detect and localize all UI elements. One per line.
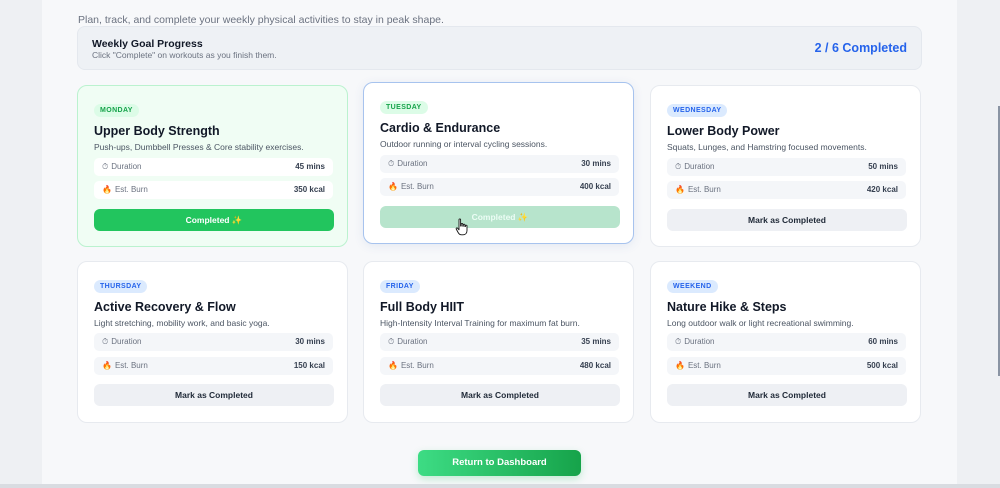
stopwatch-icon: ⏱ bbox=[388, 159, 395, 168]
duration-label: Duration bbox=[111, 162, 142, 171]
burn-value: 350 kcal bbox=[293, 185, 325, 194]
duration-row: ⏱ Duration 30 mins bbox=[380, 155, 619, 173]
page-subtitle: Plan, track, and complete your weekly ph… bbox=[78, 14, 444, 26]
completed-button[interactable]: Completed ✨ bbox=[380, 206, 620, 228]
burn-label: Est. Burn bbox=[114, 185, 148, 194]
duration-value: 60 mins bbox=[868, 337, 898, 346]
workout-description: Long outdoor walk or light recreational … bbox=[667, 318, 854, 328]
fire-icon: 🔥 bbox=[675, 361, 685, 370]
mark-completed-button[interactable]: Mark as Completed bbox=[94, 384, 334, 406]
burn-value: 400 kcal bbox=[579, 182, 611, 191]
burn-label: Est. Burn bbox=[687, 185, 721, 194]
fire-icon: 🔥 bbox=[102, 185, 112, 194]
workout-card-thursday: THURSDAY Active Recovery & Flow Light st… bbox=[77, 261, 348, 423]
workout-title: Cardio & Endurance bbox=[380, 121, 501, 135]
burn-value: 420 kcal bbox=[866, 185, 898, 194]
completed-button[interactable]: Completed ✨ bbox=[94, 209, 334, 231]
burn-row: 🔥 Est. Burn 420 kcal bbox=[667, 181, 906, 199]
duration-row: ⏱ Duration 50 mins bbox=[667, 158, 906, 176]
workout-card-tuesday: TUESDAY Cardio & Endurance Outdoor runni… bbox=[363, 82, 634, 244]
duration-value: 45 mins bbox=[295, 162, 325, 171]
fire-icon: 🔥 bbox=[675, 185, 685, 194]
stopwatch-icon: ⏱ bbox=[102, 337, 109, 346]
duration-row: ⏱ Duration 60 mins bbox=[667, 333, 906, 351]
burn-label: Est. Burn bbox=[400, 361, 434, 370]
burn-row: 🔥 Est. Burn 400 kcal bbox=[380, 178, 619, 196]
duration-value: 30 mins bbox=[581, 159, 611, 168]
burn-row: 🔥 Est. Burn 350 kcal bbox=[94, 181, 333, 199]
workout-card-friday: FRIDAY Full Body HIIT High-Intensity Int… bbox=[363, 261, 634, 423]
workout-card-monday: MONDAY Upper Body Strength Push-ups, Dum… bbox=[77, 85, 348, 247]
stopwatch-icon: ⏱ bbox=[388, 337, 395, 346]
goal-progress-count: 2 / 6 Completed bbox=[814, 41, 907, 55]
duration-row: ⏱ Duration 30 mins bbox=[94, 333, 333, 351]
burn-row: 🔥 Est. Burn 150 kcal bbox=[94, 357, 333, 375]
return-to-dashboard-button[interactable]: Return to Dashboard bbox=[418, 450, 581, 476]
duration-label: Duration bbox=[397, 337, 428, 346]
day-badge: MONDAY bbox=[94, 104, 139, 117]
day-badge: WEDNESDAY bbox=[667, 104, 728, 117]
burn-value: 500 kcal bbox=[866, 361, 898, 370]
duration-label: Duration bbox=[111, 337, 142, 346]
duration-value: 35 mins bbox=[581, 337, 611, 346]
workout-card-weekend: WEEKEND Nature Hike & Steps Long outdoor… bbox=[650, 261, 921, 423]
workout-card-wednesday: WEDNESDAY Lower Body Power Squats, Lunge… bbox=[650, 85, 921, 247]
workout-title: Active Recovery & Flow bbox=[94, 300, 236, 314]
workout-description: High-Intensity Interval Training for max… bbox=[380, 318, 580, 328]
duration-row: ⏱ Duration 35 mins bbox=[380, 333, 619, 351]
duration-value: 30 mins bbox=[295, 337, 325, 346]
workout-title: Upper Body Strength bbox=[94, 124, 220, 138]
workout-description: Squats, Lunges, and Hamstring focused mo… bbox=[667, 142, 867, 152]
duration-label: Duration bbox=[684, 337, 715, 346]
mark-completed-button[interactable]: Mark as Completed bbox=[667, 209, 907, 231]
day-badge: THURSDAY bbox=[94, 280, 148, 293]
stopwatch-icon: ⏱ bbox=[102, 162, 109, 171]
day-badge: FRIDAY bbox=[380, 280, 420, 293]
workout-description: Outdoor running or interval cycling sess… bbox=[380, 139, 548, 149]
day-badge: TUESDAY bbox=[380, 101, 428, 114]
stopwatch-icon: ⏱ bbox=[675, 162, 682, 171]
burn-value: 150 kcal bbox=[293, 361, 325, 370]
hand-cursor-icon bbox=[455, 218, 468, 236]
stopwatch-icon: ⏱ bbox=[675, 337, 682, 346]
fire-icon: 🔥 bbox=[388, 182, 398, 191]
workout-description: Push-ups, Dumbbell Presses & Core stabil… bbox=[94, 142, 304, 152]
duration-row: ⏱ Duration 45 mins bbox=[94, 158, 333, 176]
workout-title: Nature Hike & Steps bbox=[667, 300, 787, 314]
burn-value: 480 kcal bbox=[579, 361, 611, 370]
duration-value: 50 mins bbox=[868, 162, 898, 171]
burn-label: Est. Burn bbox=[400, 182, 434, 191]
burn-label: Est. Burn bbox=[114, 361, 148, 370]
fire-icon: 🔥 bbox=[102, 361, 112, 370]
workout-description: Light stretching, mobility work, and bas… bbox=[94, 318, 270, 328]
workout-title: Lower Body Power bbox=[667, 124, 780, 138]
bottom-edge bbox=[0, 484, 1000, 488]
fire-icon: 🔥 bbox=[388, 361, 398, 370]
goal-hint: Click "Complete" on workouts as you fini… bbox=[92, 50, 277, 60]
duration-label: Duration bbox=[684, 162, 715, 171]
burn-label: Est. Burn bbox=[687, 361, 721, 370]
workout-title: Full Body HIIT bbox=[380, 300, 465, 314]
mark-completed-button[interactable]: Mark as Completed bbox=[380, 384, 620, 406]
burn-row: 🔥 Est. Burn 500 kcal bbox=[667, 357, 906, 375]
mark-completed-button[interactable]: Mark as Completed bbox=[667, 384, 907, 406]
burn-row: 🔥 Est. Burn 480 kcal bbox=[380, 357, 619, 375]
goal-title: Weekly Goal Progress bbox=[92, 38, 203, 50]
duration-label: Duration bbox=[397, 159, 428, 168]
day-badge: WEEKEND bbox=[667, 280, 718, 293]
weekly-goal-panel: Weekly Goal Progress Click "Complete" on… bbox=[77, 26, 922, 70]
